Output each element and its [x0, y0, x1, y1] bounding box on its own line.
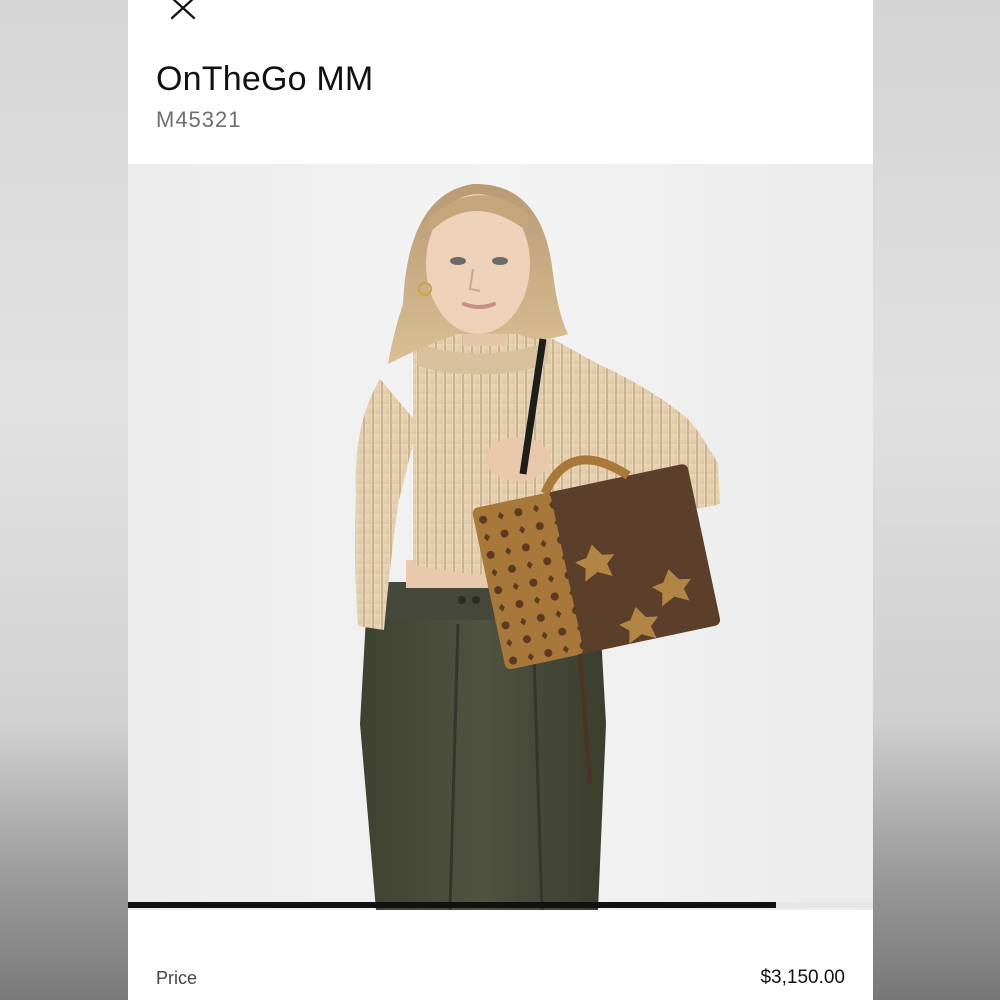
gallery-progress-bar — [128, 902, 873, 908]
backdrop-right — [873, 0, 1000, 1000]
product-sku: M45321 — [156, 107, 242, 132]
product-title: OnTheGo MM — [156, 60, 374, 98]
price-value: $3,150.00 — [760, 967, 845, 988]
close-icon — [170, 0, 196, 20]
product-sheet: OnTheGo MM M45321 Price $3,150.00 — [128, 0, 873, 1000]
backdrop-left — [0, 0, 128, 1000]
close-button[interactable] — [166, 0, 202, 24]
product-image[interactable] — [128, 164, 873, 910]
product-photo — [128, 164, 873, 910]
price-label: Price — [156, 968, 198, 988]
gallery-progress-fill — [128, 902, 777, 908]
